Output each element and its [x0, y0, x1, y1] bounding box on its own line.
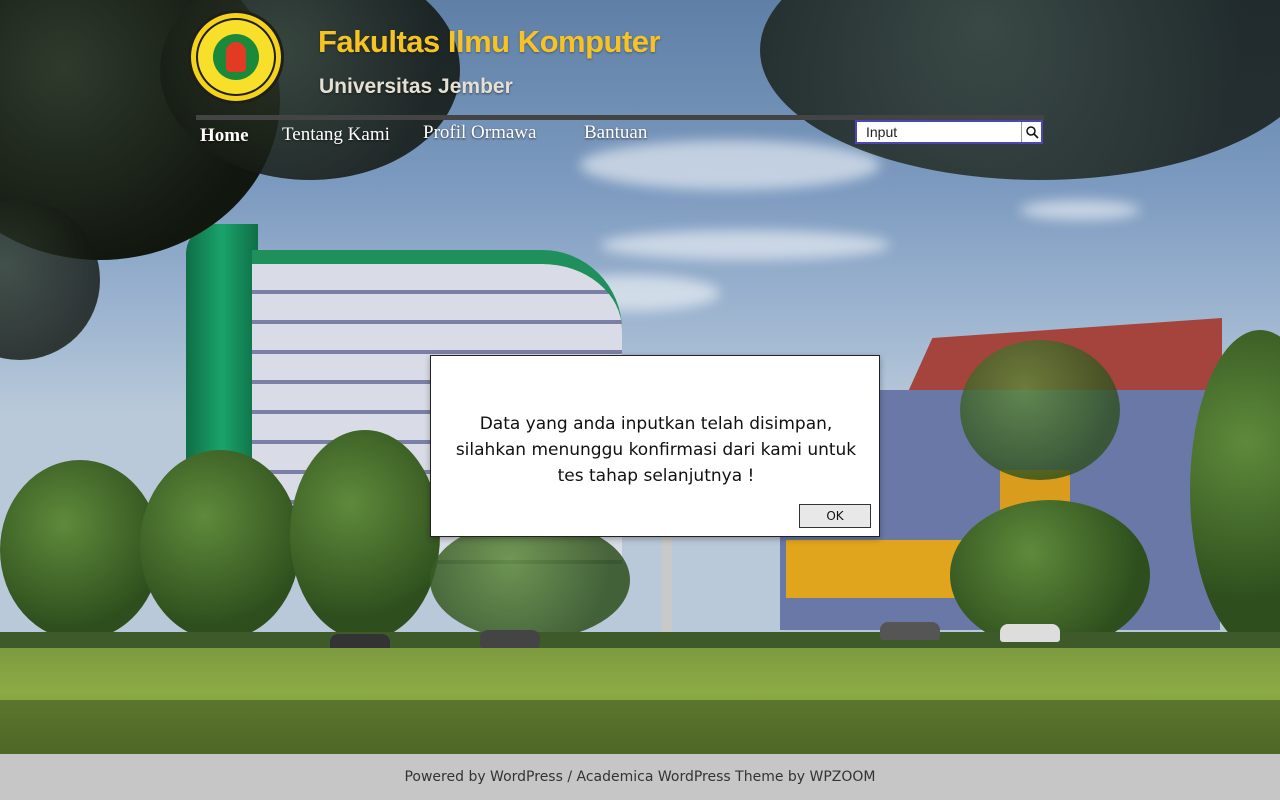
nav-item-tentang-kami[interactable]: Tentang Kami: [282, 124, 390, 146]
footer: Powered by WordPress / Academica WordPre…: [0, 754, 1280, 800]
dialog-message: Data yang anda inputkan telah disimpan, …: [451, 411, 861, 489]
confirmation-dialog: Data yang anda inputkan telah disimpan, …: [430, 355, 880, 537]
site-title[interactable]: Fakultas Ilmu Komputer: [318, 24, 661, 60]
nav-item-home[interactable]: Home: [200, 125, 249, 147]
search-box: [855, 120, 1043, 144]
ok-button[interactable]: OK: [799, 504, 871, 528]
search-icon: [1025, 126, 1039, 139]
site-subtitle: Universitas Jember: [319, 75, 513, 98]
dialog-message-line-3: tes tahap selanjutnya !: [557, 466, 755, 486]
nav-item-profil-ormawa[interactable]: Profil Ormawa: [423, 122, 536, 144]
nav-item-bantuan[interactable]: Bantuan: [584, 122, 647, 144]
search-input[interactable]: [861, 124, 1031, 140]
search-button[interactable]: [1021, 122, 1041, 142]
dialog-message-line-2: silahkan menunggu konfirmasi dari kami u…: [455, 440, 857, 460]
dialog-message-line-1: Data yang anda inputkan telah disimpan,: [479, 414, 833, 434]
university-seal-icon[interactable]: [188, 10, 284, 104]
footer-credit: Powered by WordPress / Academica WordPre…: [404, 769, 876, 785]
